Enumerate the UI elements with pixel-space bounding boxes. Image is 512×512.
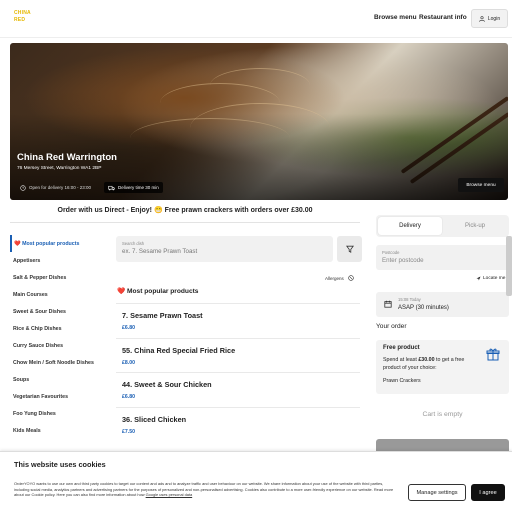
scrollbar[interactable] — [506, 236, 512, 296]
delivery-time-select[interactable]: 15:08 Today ASAP (30 minutes) — [376, 292, 509, 317]
promo-banner: Order with us Direct - Enjoy! 😁 Free pra… — [57, 207, 313, 214]
search-box: Search dish — [116, 236, 333, 262]
dish-card[interactable]: 7. Sesame Prawn Toast £6.80 — [116, 303, 360, 336]
category-item-curry-sauce[interactable]: Curry Sauce Dishes — [10, 337, 114, 354]
delivery-icon — [108, 185, 115, 190]
your-order-heading: Your order — [376, 323, 407, 330]
dish-card[interactable]: 36. Sliced Chicken £7.50 — [116, 407, 360, 440]
opening-hours-text: Open for delivery 16:00 - 23:00 — [29, 185, 92, 190]
cookie-banner: This website uses cookies OrderYOYO want… — [0, 451, 512, 512]
cookie-text: OrderYOYO wants to use our own and third… — [14, 481, 394, 498]
divider — [10, 222, 360, 223]
dish-price: £6.80 — [122, 325, 135, 331]
dish-price: £6.80 — [122, 394, 135, 400]
filter-icon — [345, 245, 354, 253]
location-arrow-icon — [476, 276, 481, 281]
tab-pickup[interactable]: Pick-up — [443, 217, 507, 235]
dish-name: 55. China Red Special Fried Rice — [122, 346, 236, 355]
dish-name: 7. Sesame Prawn Toast — [122, 311, 203, 320]
dish-card[interactable]: 55. China Red Special Fried Rice £8.00 — [116, 338, 360, 371]
hero-banner: China Red Warrington 76 Mersey Street, W… — [10, 43, 508, 200]
category-item-vegetarian[interactable]: Vegetarian Favourites — [10, 388, 114, 405]
dish-name: 44. Sweet & Sour Chicken — [122, 380, 212, 389]
cookie-google-link[interactable]: Google uses personal data — [146, 492, 193, 497]
login-button[interactable]: Login — [471, 9, 508, 28]
free-product-title: Free product — [383, 345, 420, 351]
category-item-soups[interactable]: Soups — [10, 371, 114, 388]
user-icon — [479, 15, 485, 22]
delivery-time-badge: Delivery time 30 min — [104, 182, 163, 193]
category-item-appetisers[interactable]: Appetisers — [10, 252, 114, 269]
restaurant-address: 76 Mersey Street, Warrington WA1 2BP — [17, 166, 102, 171]
dish-price: £7.50 — [122, 429, 135, 435]
allergens-label: Allergens — [325, 275, 344, 281]
cookie-title: This website uses cookies — [14, 460, 106, 469]
search-input[interactable] — [122, 248, 322, 255]
locate-me-label: Locate me — [483, 276, 506, 281]
gift-icon — [486, 348, 500, 361]
category-item-foo-yung[interactable]: Foo Yung Dishes — [10, 405, 114, 422]
category-list: ❤️ Most popular products Appetisers Salt… — [10, 235, 114, 439]
locate-me-link[interactable]: Locate me — [476, 276, 505, 281]
hero-shade — [10, 43, 508, 200]
calendar-icon — [384, 300, 392, 308]
clock-icon — [20, 184, 26, 191]
restaurant-name: China Red Warrington — [17, 152, 117, 163]
dish-name: 36. Sliced Chicken — [122, 415, 187, 424]
login-label: Login — [487, 15, 501, 22]
postcode-input[interactable] — [382, 257, 502, 264]
order-type-tabs: Delivery Pick-up — [376, 215, 509, 237]
free-product-card: Free product Spend at least £30.00 to ge… — [376, 340, 509, 394]
allergens-icon — [348, 275, 354, 281]
time-value: ASAP (30 minutes) — [398, 305, 449, 311]
allergens-link[interactable]: Allergens — [325, 275, 354, 281]
dish-price: £8.00 — [122, 360, 135, 366]
top-bar: CHINA RED Browse menu Restaurant info Lo… — [0, 0, 512, 38]
category-item-salt-pepper[interactable]: Salt & Pepper Dishes — [10, 269, 114, 286]
postcode-field: Postcode — [376, 245, 509, 270]
hero-browse-menu-button[interactable]: Browse menu — [458, 178, 504, 192]
delivery-time-text: Delivery time 30 min — [118, 185, 159, 190]
nav-browse-menu[interactable]: Browse menu — [374, 14, 417, 21]
search-label: Search dish — [122, 241, 145, 246]
free-product-item[interactable]: Prawn Crackers — [383, 378, 421, 384]
tab-delivery[interactable]: Delivery — [378, 217, 442, 235]
time-label: 15:08 Today — [398, 297, 421, 302]
category-item-chow-mein[interactable]: Chow Mein / Soft Noodle Dishes — [10, 354, 114, 371]
dish-card[interactable]: 44. Sweet & Sour Chicken £6.80 — [116, 372, 360, 405]
cart-empty-text: Cart is empty — [422, 411, 463, 418]
category-item-kids-meals[interactable]: Kids Meals — [10, 422, 114, 439]
category-item-most-popular[interactable]: ❤️ Most popular products — [10, 235, 114, 252]
free-product-text: Spend at least £30.00 to get a free prod… — [383, 357, 465, 371]
category-item-rice-chip[interactable]: Rice & Chip Dishes — [10, 320, 114, 337]
logo[interactable]: CHINA RED — [14, 10, 36, 24]
opening-hours: Open for delivery 16:00 - 23:00 — [20, 182, 91, 193]
manage-settings-button[interactable]: Manage settings — [408, 484, 466, 501]
category-item-main-courses[interactable]: Main Courses — [10, 286, 114, 303]
nav-restaurant-info[interactable]: Restaurant info — [419, 14, 467, 21]
category-item-sweet-sour[interactable]: Sweet & Sour Dishes — [10, 303, 114, 320]
section-title: ❤️ Most popular products — [117, 288, 199, 295]
filter-button[interactable] — [337, 236, 362, 262]
agree-button[interactable]: I agree — [471, 484, 505, 501]
postcode-label: Postcode — [382, 250, 400, 255]
